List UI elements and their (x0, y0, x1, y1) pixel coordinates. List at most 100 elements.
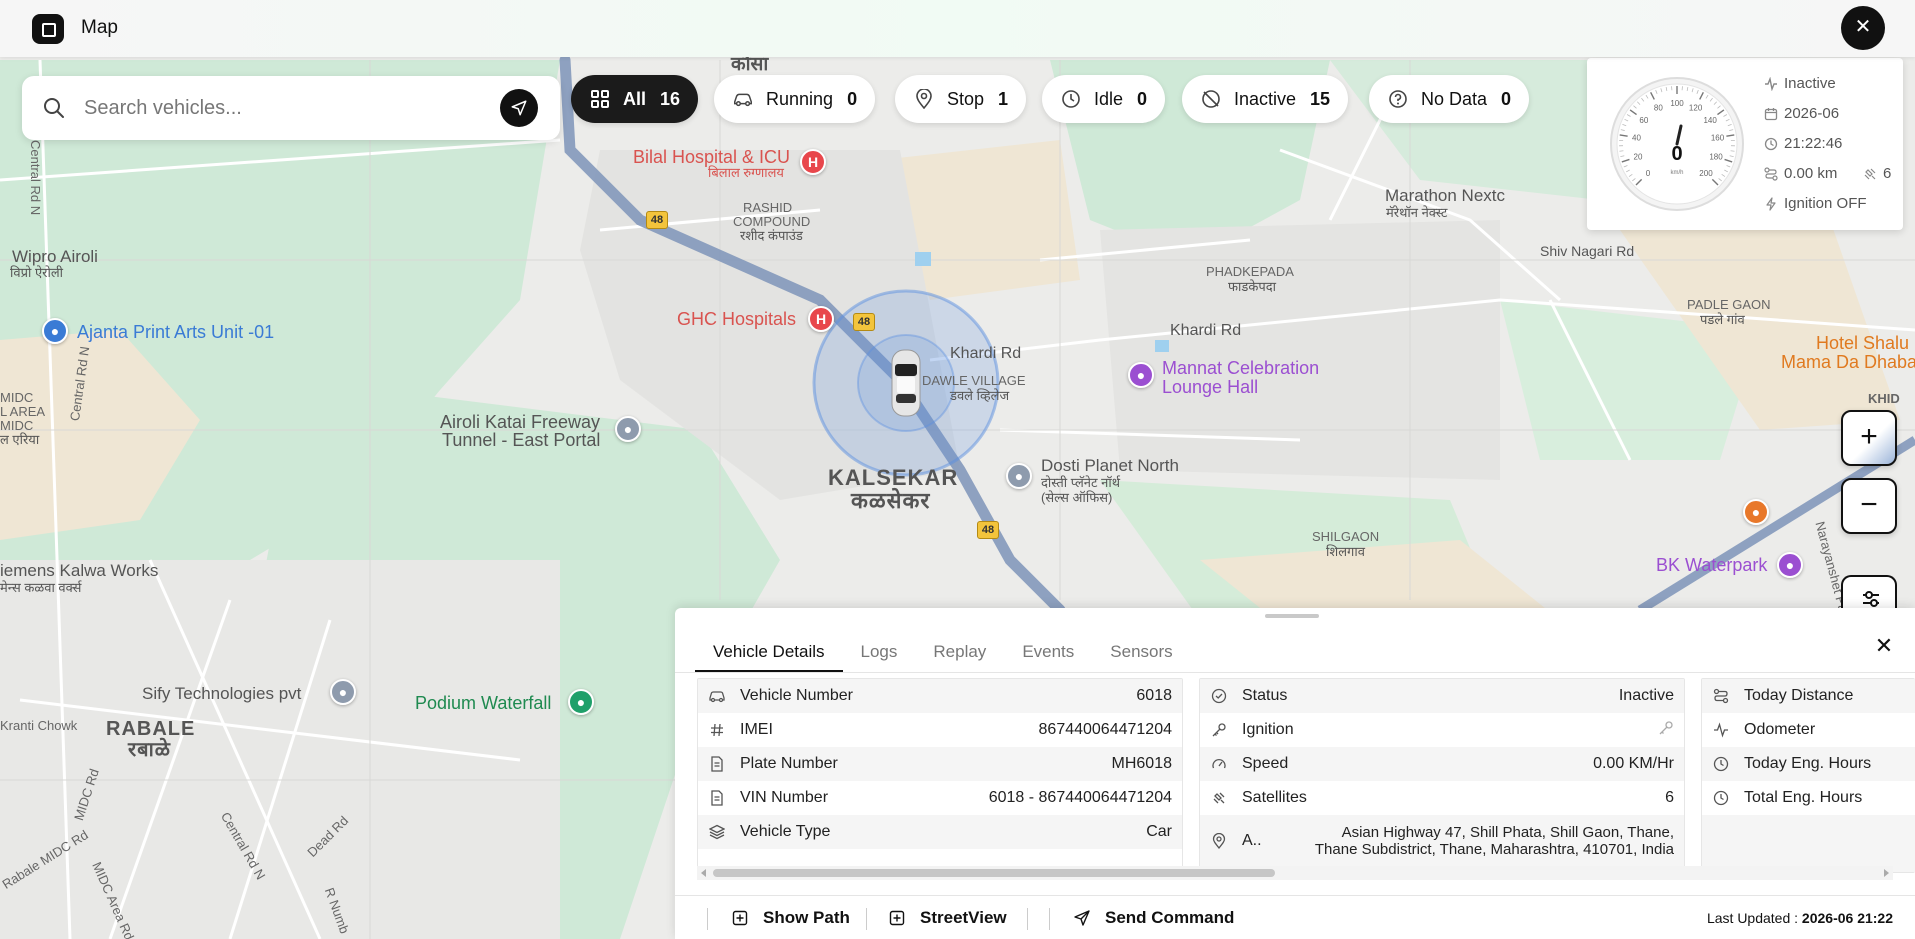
plus-square-icon (731, 909, 749, 927)
shop-icon[interactable]: ● (42, 318, 68, 344)
gauge-tick-label: 20 (1634, 153, 1643, 162)
filter-count: 0 (1137, 88, 1148, 109)
office-icon[interactable]: ● (1006, 463, 1032, 489)
hospital-icon[interactable]: H (800, 149, 826, 175)
info-row-address: A.. Asian Highway 47, Shill Phata, Shill… (1200, 815, 1684, 867)
info-label: Vehicle Number (740, 687, 853, 704)
clock-icon (1764, 137, 1778, 151)
venue-icon[interactable]: ● (1128, 362, 1154, 388)
top-bar: Map ✕ (0, 0, 1915, 57)
gauge-tick-label: 180 (1709, 153, 1723, 162)
tab-logs[interactable]: Logs (843, 630, 916, 672)
send-command-button[interactable]: Send Command (1073, 896, 1234, 939)
hospital-icon[interactable]: H (808, 306, 834, 332)
map-label: iemens Kalwa Works (0, 561, 159, 580)
info-label: VIN Number (740, 789, 829, 806)
map-label: कळसेकर (851, 488, 931, 513)
map-label: Dosti Planet North (1041, 456, 1179, 475)
office-icon[interactable]: ● (330, 679, 356, 705)
map-label: DAWLE VILLAGE (922, 373, 1026, 388)
info-row-satellites: Satellites 6 (1200, 781, 1684, 815)
tab-sensors[interactable]: Sensors (1092, 630, 1190, 672)
panel-close-button[interactable]: ✕ (1871, 634, 1897, 660)
gauge-tick (1619, 150, 1624, 152)
map-label: पडले गांव (1700, 312, 1745, 327)
map-label: Kranti Chowk (0, 718, 78, 733)
activity-icon (1764, 76, 1778, 91)
document-icon (708, 755, 726, 773)
show-path-button[interactable]: Show Path (731, 896, 850, 939)
park-icon[interactable]: ● (568, 689, 594, 715)
vehicle-quick-card[interactable]: 0 20 40 60 80 100 120 140 160 180 200 0 km/h Inact… (1587, 58, 1903, 230)
street-view-button[interactable]: StreetView (888, 896, 1007, 939)
clock-icon (1712, 755, 1730, 773)
speed-unit: km/h (1670, 170, 1683, 176)
map-label: Marathon Nextc (1385, 186, 1505, 205)
info-value: 867440064471204 (1038, 721, 1172, 738)
panel-tabs: Vehicle Details Logs Replay Events Senso… (695, 630, 1191, 672)
info-row-speed: Speed 0.00 KM/Hr (1200, 747, 1684, 781)
speedometer-gauge: 020406080 100 120140160180200 0 km/h (1610, 77, 1744, 211)
gauge-tick-label: 140 (1703, 116, 1717, 125)
quick-ignition-text: Ignition OFF (1784, 195, 1867, 212)
map-label: बिलाल रुग्णालय (708, 165, 784, 180)
filter-chip-stop[interactable]: Stop 1 (895, 75, 1027, 123)
quick-distance-text: 0.00 km (1784, 165, 1838, 182)
info-row-plate-number: Plate Number MH6018 (698, 747, 1182, 781)
filter-label: All (623, 88, 647, 109)
close-button[interactable]: ✕ (1841, 6, 1885, 50)
tab-replay[interactable]: Replay (915, 630, 1004, 672)
zoom-out-button[interactable]: − (1841, 478, 1897, 534)
map-label: डवले व्हिलेज (950, 388, 1010, 403)
info-label: Ignition (1242, 721, 1294, 738)
map-label: फाडकेपदा (1228, 279, 1276, 294)
check-circle-icon (1210, 687, 1228, 705)
vehicle-marker[interactable] (889, 346, 923, 420)
metric-row-odometer: Odometer (1702, 713, 1915, 747)
question-icon (1387, 88, 1409, 110)
offline-icon (1200, 88, 1222, 110)
status-info-card: Status Inactive Ignition Speed 0.00 KM/H… (1199, 678, 1685, 873)
metric-label: Today Eng. Hours (1744, 755, 1872, 772)
map-label: Tunnel - East Portal (442, 430, 601, 450)
filter-chip-all[interactable]: All 16 (571, 75, 699, 123)
restaurant-icon[interactable]: ● (1743, 499, 1769, 525)
map-label: KHID (1868, 391, 1900, 406)
map-label: Lounge Hall (1162, 377, 1259, 397)
quick-ignition: Ignition OFF (1764, 195, 1867, 212)
filter-chip-inactive[interactable]: Inactive 15 (1182, 75, 1349, 123)
filter-label: Inactive (1234, 88, 1297, 109)
gauge-tick-label: 120 (1689, 103, 1703, 112)
page-title: Map (81, 17, 118, 38)
highway-shield: 48 (977, 521, 999, 539)
last-updated: Last Updated : 2026-06 21:22 (1707, 910, 1893, 926)
satellite-icon (1210, 789, 1228, 807)
tab-vehicle-details[interactable]: Vehicle Details (695, 630, 843, 672)
quick-time-text: 21:22:46 (1784, 135, 1843, 152)
locate-button[interactable] (500, 89, 538, 127)
waterpark-icon[interactable]: ● (1777, 552, 1803, 578)
tunnel-icon[interactable]: ● (615, 416, 641, 442)
filter-chip-running[interactable]: Running 0 (714, 75, 876, 123)
map-label: विप्रो ऐरोली (10, 265, 64, 280)
divider (866, 908, 867, 930)
zoom-in-button[interactable]: + (1841, 410, 1897, 466)
quick-status-text: Inactive (1784, 75, 1836, 92)
map-label: PADLE GAON (1687, 297, 1771, 312)
horizontal-scrollbar[interactable] (697, 866, 1893, 880)
map-label: रबाळे (128, 739, 171, 761)
quick-status: Inactive (1764, 75, 1836, 92)
panel-drag-handle[interactable] (1265, 614, 1319, 618)
filter-chip-no-data[interactable]: No Data 0 (1369, 75, 1530, 123)
car-icon (732, 88, 754, 110)
map-label: BK Waterpark (1656, 555, 1768, 575)
map-label: मॅरेथॉन नेक्स्ट (1386, 205, 1448, 220)
address-value: Asian Highway 47, Shill Phata, Shill Gao… (1274, 824, 1674, 859)
filter-label: Running (766, 88, 834, 109)
metrics-card: Today Distance Odometer Today Eng. Hours… (1701, 678, 1915, 873)
filter-chip-idle[interactable]: Idle 0 (1042, 75, 1166, 123)
search-input[interactable] (84, 92, 484, 124)
tab-events[interactable]: Events (1004, 630, 1092, 672)
map-label: ल एरिया (0, 432, 40, 447)
filter-label: Idle (1094, 88, 1124, 109)
